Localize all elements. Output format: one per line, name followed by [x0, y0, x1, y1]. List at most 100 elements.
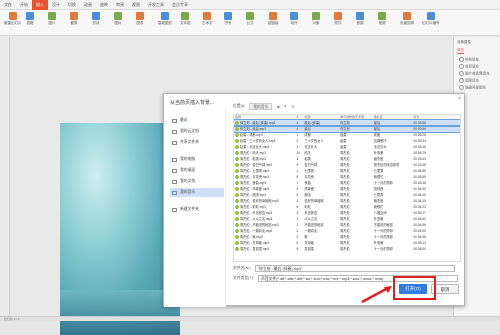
sidebar-item-4[interactable]: 我的桌面 [170, 166, 224, 175]
column-header-number[interactable]: # [295, 115, 303, 119]
menu-item-8[interactable]: 视图 [128, 0, 144, 10]
slide-background-image[interactable] [60, 123, 180, 335]
folder-icon [172, 207, 177, 212]
ribbon-button-1[interactable]: 表格 [26, 12, 34, 26]
sidebar-item-label: 我的云文档 [180, 129, 199, 133]
menu-item-7[interactable]: 审阅 [112, 0, 128, 10]
ribbon-button-2[interactable]: 图片 [48, 12, 56, 26]
sidebar-item-5[interactable]: 我的文档 [170, 177, 224, 186]
column-header-album[interactable]: 唱片集 [373, 115, 413, 119]
ribbon-button-7[interactable]: 智能图形 [158, 12, 172, 26]
ribbon-button-label: 幻灯片编号 [422, 21, 440, 25]
slide-thumbnail-pane[interactable] [0, 37, 10, 316]
ribbon-button-18[interactable]: 页眉页脚 [400, 12, 414, 26]
menu-item-10[interactable]: 会员专享 [168, 0, 192, 10]
ribbon-icon [92, 12, 100, 20]
ribbon-button-13[interactable]: 动作 [290, 12, 298, 26]
audio-file-icon [235, 217, 239, 221]
ribbon-button-3[interactable]: 截屏 [70, 12, 78, 26]
file-name: 周杰伦 - 发如雪.mp3 [240, 247, 270, 251]
ribbon-button-label: 动作 [290, 21, 298, 25]
ribbon-button-17[interactable]: 视频 [378, 12, 386, 26]
ribbon-button-label: 智能图形 [158, 21, 172, 25]
ribbon-icon [161, 12, 169, 20]
ribbon-button-label: 视频 [378, 21, 386, 25]
back-icon[interactable]: ◀ [276, 104, 279, 109]
hide-background-option[interactable]: 隐藏背景图形 [459, 85, 486, 90]
sidebar-item-3[interactable]: 我的电脑 [170, 155, 224, 164]
tab-fill[interactable]: 填充 [457, 48, 464, 54]
fill-option-solid[interactable]: 纯色填充 [459, 57, 479, 62]
dialog-sidebar: 最近我的云文档共享文件夹我的电脑我的桌面我的文档我的音乐新建文件夹 [164, 108, 226, 307]
ribbon-button-12[interactable]: 超链接 [268, 12, 279, 26]
ribbon-icon [426, 12, 435, 20]
ribbon-button-label: 图标 [114, 21, 122, 25]
column-header-artist[interactable]: 参与创作的艺术家 [339, 115, 373, 119]
audio-file-icon [235, 121, 239, 125]
ribbon-button-0[interactable]: 新建幻灯片 [4, 12, 22, 26]
menu-item-0[interactable]: 文件 [0, 0, 16, 10]
sidebar-item-6[interactable]: 我的音乐 [170, 188, 224, 197]
ribbon-button-14[interactable]: 对象 [312, 12, 320, 26]
filename-field[interactable]: "你立刻 - 最后 (伴奏).mp3" [254, 264, 455, 272]
ribbon-button-8[interactable]: 文本框 [180, 12, 191, 26]
folder-icon [172, 190, 177, 195]
column-header-name[interactable]: 名称 [234, 115, 295, 119]
file-title-cell: 发如雪 [304, 247, 314, 251]
menu-item-9[interactable]: 开发工具 [144, 0, 168, 10]
ribbon-button-label: 公式 [246, 21, 254, 25]
audio-file-icon [235, 169, 239, 173]
ribbon-button-16[interactable]: 音频 [356, 12, 364, 26]
sidebar-item-0[interactable]: 最近 [170, 116, 224, 125]
menu-item-2[interactable]: 插入 [32, 0, 48, 10]
audio-file-icon [235, 175, 239, 179]
menu-item-3[interactable]: 设计 [48, 0, 64, 10]
fill-option-pattern[interactable]: 图案填充 [459, 78, 479, 83]
audio-file-icon [235, 193, 239, 197]
ribbon-button-15[interactable]: 附件 [334, 12, 342, 26]
sidebar-item-label: 共享文件夹 [180, 140, 199, 144]
filename-row: 文件名(N): "你立刻 - 最后 (伴奏).mp3" [233, 264, 461, 272]
audio-file-icon [235, 229, 239, 233]
menu-item-4[interactable]: 切换 [64, 0, 80, 10]
sidebar-item-7[interactable]: 新建文件夹 [170, 205, 224, 214]
ribbon-button-4[interactable]: 形状 [92, 12, 100, 26]
sidebar-item-label: 我的音乐 [180, 190, 196, 194]
sidebar-item-2[interactable]: 共享文件夹 [170, 138, 224, 147]
view-menu-icon[interactable]: ☰ [291, 104, 294, 109]
sidebar-item-1[interactable]: 我的云文档 [170, 127, 224, 136]
folder-dropdown[interactable]: 我的音乐 [249, 102, 273, 110]
column-header-duration[interactable]: 时长 [412, 115, 460, 119]
audio-file-icon [235, 205, 239, 209]
ribbon-button-label: 符号 [224, 21, 232, 25]
ribbon-button-6[interactable]: 图表 [136, 12, 144, 26]
folder-icon [172, 179, 177, 184]
highlight-box [393, 276, 436, 300]
ribbon-button-5[interactable]: 图标 [114, 12, 122, 26]
menu-bar: 文件 开始 插入 设计 切换 动画 放映 审阅 视图 开发工具 会员专享 [0, 0, 500, 10]
audio-file-icon [235, 151, 239, 155]
menu-item-5[interactable]: 动画 [80, 0, 96, 10]
audio-file-icon [235, 145, 239, 149]
audio-file-icon [235, 211, 239, 215]
ribbon-icon [26, 12, 34, 20]
column-header-title[interactable]: 标题 [303, 115, 339, 119]
menu-item-6[interactable]: 放映 [96, 0, 112, 10]
menu-item-1[interactable]: 开始 [16, 0, 32, 10]
ribbon-button-label: 艺术字 [202, 21, 213, 25]
audio-file-icon [235, 247, 239, 251]
sidebar-item-label: 新建文件夹 [180, 207, 199, 211]
up-folder-icon[interactable]: ▲ [283, 104, 287, 108]
audio-file-icon [235, 241, 239, 245]
fill-option-gradient[interactable]: 渐变填充 [459, 64, 479, 69]
ribbon-button-9[interactable]: 艺术字 [202, 12, 213, 26]
ribbon-button-label: 页眉页脚 [400, 21, 414, 25]
filename-label: 文件名(N): [233, 265, 251, 270]
file-row[interactable]: 周杰伦 - 发如雪.mp3 5 发如雪 周杰伦 十一月的萧邦 00:05:00 [234, 246, 460, 252]
fill-option-picture[interactable]: 图片或纹理填充 [459, 71, 490, 76]
ribbon-button-19[interactable]: 幻灯片编号 [422, 12, 440, 26]
folder-icon [172, 157, 177, 162]
sidebar-item-label: 我的桌面 [180, 168, 196, 172]
ribbon-button-11[interactable]: 公式 [246, 12, 254, 26]
ribbon-button-10[interactable]: 符号 [224, 12, 232, 26]
